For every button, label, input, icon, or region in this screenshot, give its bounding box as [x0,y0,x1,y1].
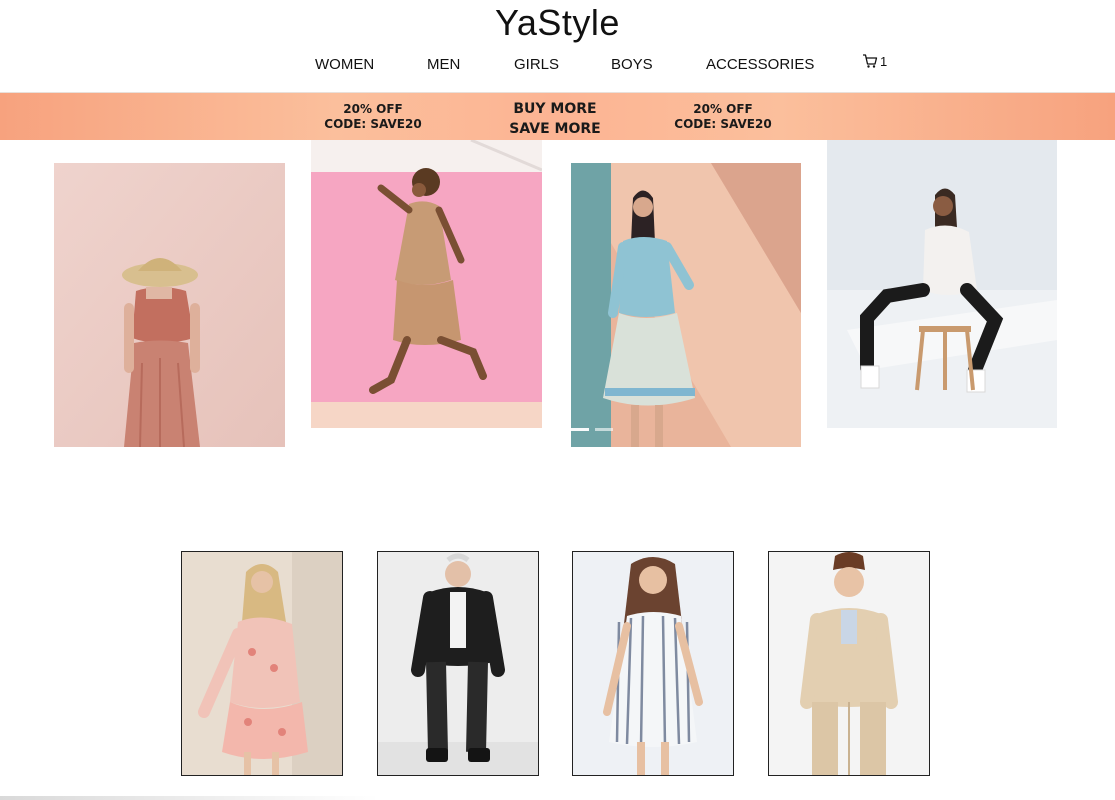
category-card-girls[interactable] [572,551,734,776]
hero-photo-straw-hat [54,163,285,447]
promo-right-discount: 20% OFF [693,102,753,116]
carousel-dot-1[interactable] [571,428,589,431]
promo-left: 20% OFF CODE: SAVE20 [303,102,443,132]
nav-women[interactable]: WOMEN [315,56,374,73]
promo-right: 20% OFF CODE: SAVE20 [653,102,793,132]
carousel-indicators [571,428,613,431]
promo-center: BUY MORE SAVE MORE [485,99,625,139]
main-nav: WOMEN MEN GIRLS BOYS ACCESSORIES 1 [0,53,1115,76]
promo-banner[interactable]: 20% OFF CODE: SAVE20 BUY MORE SAVE MORE … [0,92,1115,140]
promo-center-line1: BUY MORE [513,101,597,117]
category-card-boys[interactable] [768,551,930,776]
nav-boys[interactable]: BOYS [611,56,653,73]
bottom-edge-shadow [0,796,380,800]
promo-left-discount: 20% OFF [343,102,403,116]
nav-girls[interactable]: GIRLS [514,56,559,73]
hero-photo-jumping-woman [311,140,542,428]
hero-photo-blue-dress [571,163,801,447]
promo-left-code: CODE: SAVE20 [324,117,422,131]
nav-accessories[interactable]: ACCESSORIES [706,56,814,73]
promo-center-line2: SAVE MORE [509,121,601,137]
cart-button[interactable]: 1 [862,53,887,69]
cart-icon [863,54,878,68]
category-card-women[interactable] [181,551,343,776]
nav-men[interactable]: MEN [427,56,460,73]
brand-logo[interactable]: YaStyle [0,2,1115,44]
carousel-dot-2[interactable] [595,428,613,431]
category-card-men[interactable] [377,551,539,776]
promo-right-code: CODE: SAVE20 [674,117,772,131]
hero-photo-seated-woman [827,140,1057,428]
cart-count: 1 [880,54,888,69]
